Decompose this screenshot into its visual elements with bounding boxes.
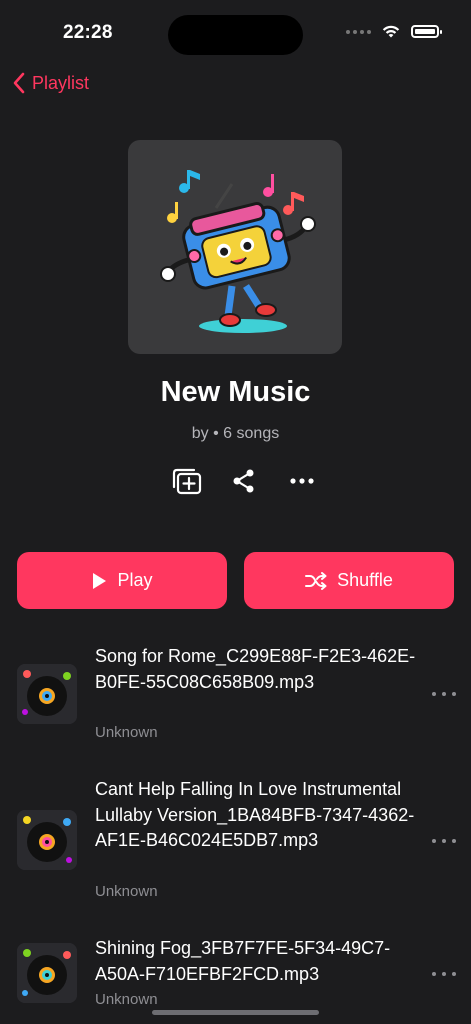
music-note-icon bbox=[179, 170, 200, 193]
add-to-library-icon[interactable] bbox=[168, 465, 204, 497]
back-button-label: Playlist bbox=[32, 72, 90, 93]
song-more-icon[interactable] bbox=[432, 834, 456, 848]
dancing-radio-illustration bbox=[160, 170, 316, 333]
playlist-artwork bbox=[128, 140, 342, 354]
song-title: Cant Help Falling In Love Instrumental L… bbox=[95, 779, 415, 850]
play-button-label: Play bbox=[117, 570, 153, 590]
song-title: Song for Rome_C299E88F-F2E3-462E-B0FE-55… bbox=[95, 646, 416, 692]
playlist-actions bbox=[168, 465, 320, 497]
song-row[interactable]: Cant Help Falling In Love Instrumental L… bbox=[0, 776, 471, 916]
song-more-icon[interactable] bbox=[432, 687, 456, 701]
song-row[interactable]: Shining Fog_3FB7F7FE-5F34-49C7-A50A-F710… bbox=[0, 936, 471, 1016]
song-artist: Unknown bbox=[95, 724, 158, 741]
playlist-subtitle: by • 6 songs bbox=[191, 425, 280, 442]
wifi-icon bbox=[382, 25, 400, 38]
song-title: Shining Fog_3FB7F7FE-5F34-49C7-A50A-F710… bbox=[95, 938, 391, 984]
status-bar: 22:28 bbox=[0, 0, 471, 70]
song-artwork bbox=[17, 664, 77, 724]
play-icon bbox=[93, 572, 107, 589]
share-icon[interactable] bbox=[226, 465, 262, 497]
playlist-title: New Music bbox=[160, 376, 311, 408]
music-note-icon bbox=[263, 174, 274, 197]
home-indicator[interactable] bbox=[152, 1010, 319, 1015]
chevron-left-icon bbox=[13, 72, 25, 94]
music-note-icon bbox=[283, 192, 304, 215]
more-options-icon[interactable] bbox=[284, 465, 320, 497]
status-time: 22:28 bbox=[63, 22, 113, 43]
play-button[interactable]: Play bbox=[17, 552, 227, 609]
song-artist: Unknown bbox=[95, 991, 158, 1008]
shuffle-button[interactable]: Shuffle bbox=[244, 552, 454, 609]
status-icons bbox=[346, 24, 442, 39]
shuffle-icon bbox=[305, 571, 327, 590]
dynamic-island bbox=[168, 15, 303, 55]
song-row[interactable]: Song for Rome_C299E88F-F2E3-462E-B0FE-55… bbox=[0, 636, 471, 756]
cellular-signal-icon bbox=[346, 29, 371, 34]
song-more-icon[interactable] bbox=[432, 967, 456, 981]
music-note-icon bbox=[167, 202, 178, 223]
song-artwork bbox=[17, 810, 77, 870]
song-artist: Unknown bbox=[95, 883, 158, 900]
song-artwork bbox=[17, 943, 77, 1003]
back-button[interactable]: Playlist bbox=[12, 72, 89, 94]
battery-icon bbox=[411, 25, 442, 38]
shuffle-button-label: Shuffle bbox=[337, 570, 393, 590]
